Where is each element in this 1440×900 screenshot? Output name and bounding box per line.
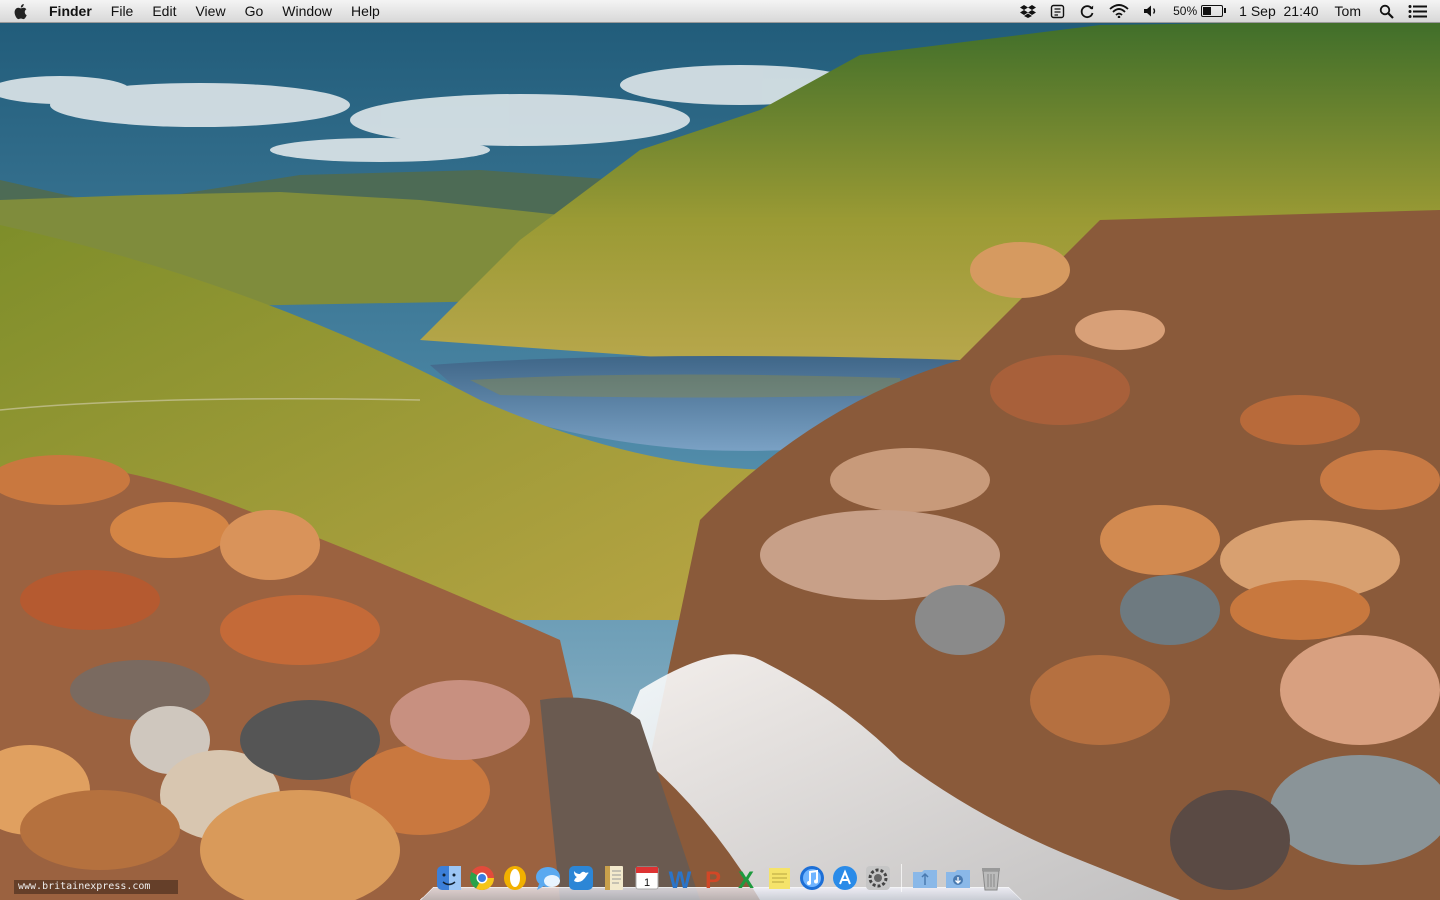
desktop-wallpaper: [0, 0, 1440, 900]
app-store-icon[interactable]: [830, 863, 860, 893]
menu-file[interactable]: File: [111, 0, 134, 22]
battery-percent[interactable]: 50%: [1173, 0, 1197, 22]
trash-icon[interactable]: [976, 863, 1006, 893]
menu-edit[interactable]: Edit: [152, 0, 176, 22]
svg-text:W: W: [669, 867, 692, 893]
messages-icon[interactable]: [533, 863, 563, 893]
svg-text:P: P: [705, 867, 721, 893]
word-icon[interactable]: W: [665, 863, 695, 893]
battery-icon[interactable]: [1201, 5, 1227, 17]
notification-list-icon[interactable]: [1408, 4, 1428, 19]
menu-finder[interactable]: Finder: [49, 0, 92, 22]
finder-icon[interactable]: [434, 863, 464, 893]
system-preferences-icon[interactable]: [863, 863, 893, 893]
dock-separator: [901, 864, 902, 892]
wallpaper-watermark: www.britainexpress.com: [14, 880, 178, 894]
svg-text:1: 1: [644, 877, 650, 889]
notes-icon[interactable]: [764, 863, 794, 893]
powerpoint-icon[interactable]: P: [698, 863, 728, 893]
pages-icon[interactable]: [599, 863, 629, 893]
downloads-folder-icon[interactable]: [943, 863, 973, 893]
calendar-icon[interactable]: 1: [632, 863, 662, 893]
excel-icon[interactable]: X: [731, 863, 761, 893]
twitter-icon[interactable]: [566, 863, 596, 893]
user-name[interactable]: Tom: [1335, 0, 1361, 22]
menu-go[interactable]: Go: [245, 0, 264, 22]
applications-folder-icon[interactable]: [910, 863, 940, 893]
dock: 1 WPX: [420, 860, 1022, 900]
dropbox-icon[interactable]: [1020, 4, 1037, 18]
menu-window[interactable]: Window: [282, 0, 332, 22]
sync-icon[interactable]: [1079, 3, 1095, 19]
opera-icon[interactable]: [500, 863, 530, 893]
menu-view[interactable]: View: [195, 0, 225, 22]
itunes-icon[interactable]: [797, 863, 827, 893]
spotlight-search-icon[interactable]: [1379, 4, 1394, 19]
wifi-icon[interactable]: [1109, 4, 1129, 18]
menu-help[interactable]: Help: [351, 0, 380, 22]
chrome-icon[interactable]: [467, 863, 497, 893]
clock[interactable]: 1 Sep 21:40: [1239, 0, 1318, 22]
volume-icon[interactable]: [1143, 4, 1159, 18]
svg-text:X: X: [738, 867, 754, 893]
apple-logo-icon[interactable]: [14, 2, 30, 20]
menu-bar: Finder File Edit View Go Window Help 50%…: [0, 0, 1440, 23]
evernote-icon[interactable]: [1050, 4, 1065, 19]
